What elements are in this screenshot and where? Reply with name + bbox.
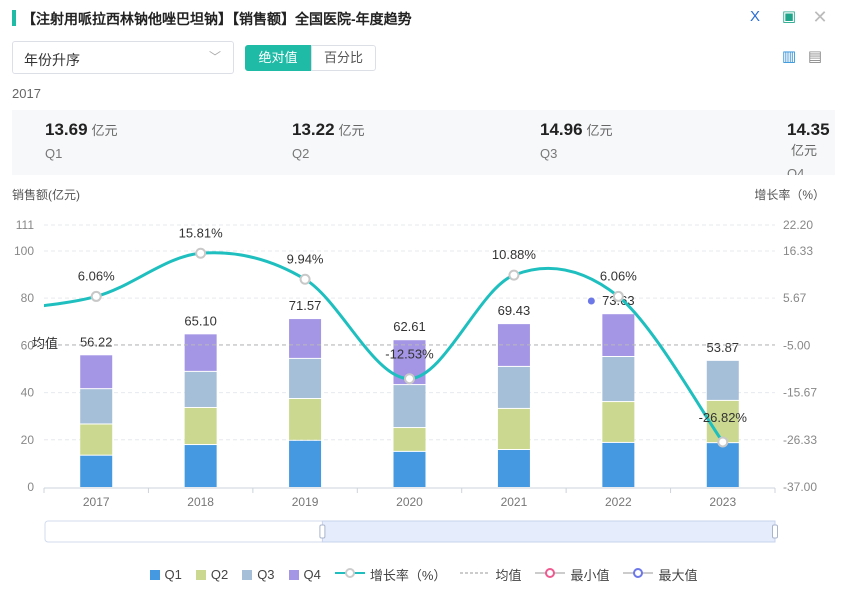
growth-label: 6.06% [78, 268, 115, 283]
bar-q1 [289, 440, 322, 487]
bar-total-label: 65.10 [184, 313, 217, 328]
legend-label: 最小值 [570, 568, 610, 583]
bar-total-label: 53.87 [707, 340, 740, 355]
legend-label: Q4 [303, 567, 321, 582]
y-tick-label: 111 [16, 218, 35, 232]
legend-marker-icon [623, 567, 654, 582]
x-tick-label: 2022 [605, 495, 632, 509]
bar-q2 [602, 402, 635, 442]
bar-q4 [80, 355, 113, 389]
growth-point [717, 436, 729, 448]
legend-item[interactable]: 最小值 [535, 565, 609, 584]
zoom-slider-handle[interactable] [772, 524, 778, 539]
bar-q3 [184, 371, 217, 407]
legend-swatch [149, 569, 160, 580]
legend-label: 增长率（%） [369, 568, 447, 583]
legend-label: Q3 [257, 567, 275, 582]
bar-q3 [289, 358, 322, 399]
legend-label: 最大值 [658, 568, 698, 583]
bar-q2 [184, 407, 217, 445]
y2-tick-label: 16.33 [783, 244, 813, 258]
bar-q1 [184, 445, 217, 487]
x-tick-label: 2018 [187, 495, 214, 509]
x-tick-label: 2023 [709, 495, 736, 509]
bar-q3 [602, 357, 635, 402]
y-tick-label: 80 [21, 291, 35, 305]
bar-q1 [393, 451, 426, 487]
legend-label: Q1 [164, 567, 182, 582]
average-label: 均值 [32, 336, 58, 351]
legend-item[interactable]: Q1 [149, 565, 182, 584]
legend-dash-icon [460, 567, 491, 582]
y2-tick-label: -15.67 [783, 386, 817, 400]
legend-item[interactable]: 均值 [460, 565, 521, 584]
bar-total-label: 56.22 [80, 334, 113, 349]
legend-item[interactable]: Q2 [195, 565, 229, 584]
y2-tick-label: 22.20 [783, 218, 813, 232]
zoom-slider-handle[interactable] [319, 524, 326, 539]
legend-marker-icon [535, 567, 566, 582]
legend-line-icon [334, 567, 365, 582]
y2-tick-label: 5.67 [783, 291, 807, 305]
bar-q1 [706, 443, 739, 487]
bar-q3 [80, 389, 113, 424]
bar-q2 [80, 424, 113, 455]
legend: Q1 Q2 Q3 Q4 增长率（%） 均值 最小值 最大值 [0, 565, 847, 584]
legend-item[interactable]: 增长率（%） [334, 565, 447, 584]
legend-item[interactable]: Q3 [242, 565, 275, 584]
bar-q1 [80, 455, 113, 487]
bar-q4 [602, 314, 635, 356]
growth-label: 9.94% [287, 251, 324, 266]
y-tick-label: 0 [27, 480, 34, 494]
bar-q2 [497, 408, 530, 449]
y2-tick-label: -26.33 [783, 433, 817, 447]
bar-q1 [497, 449, 530, 487]
bar-q2 [289, 399, 322, 440]
growth-label: 6.06% [600, 268, 637, 283]
growth-point [612, 290, 624, 302]
y-tick-label: 20 [21, 433, 35, 447]
chart-canvas: 0 -37.0020 -26.3340 -15.6760 -5.0080 5.67100 1… [14, 218, 817, 543]
bar-total-label: 69.43 [498, 303, 531, 318]
legend-label: Q2 [210, 567, 229, 582]
bar-q4 [289, 319, 322, 358]
growth-point [508, 269, 520, 281]
zoom-slider-selection [321, 520, 776, 543]
bar-q3 [497, 366, 530, 408]
legend-item[interactable]: Q4 [288, 565, 321, 584]
bar-q1 [602, 442, 635, 487]
y2-tick-label: -37.00 [783, 480, 817, 494]
growth-label: 10.88% [492, 247, 537, 262]
bar-q4 [184, 334, 217, 371]
y2-tick-label: -5.00 [783, 338, 811, 352]
growth-label: -26.82% [699, 410, 748, 425]
growth-point [404, 373, 415, 385]
growth-label: -12.53% [385, 347, 434, 362]
bar-total-label: 62.61 [393, 319, 426, 334]
growth-point [299, 273, 311, 285]
legend-swatch [288, 569, 299, 580]
bar-q2 [393, 428, 426, 451]
legend-label: 均值 [495, 568, 522, 583]
legend-item[interactable]: 最大值 [623, 565, 697, 584]
bar-q3 [393, 385, 426, 428]
bar-q3 [706, 360, 739, 400]
max-value-marker [587, 297, 595, 305]
legend-swatch [242, 569, 253, 580]
x-tick-label: 2020 [396, 495, 423, 509]
growth-label: 15.81% [179, 225, 224, 240]
growth-point [195, 247, 207, 259]
y-tick-label: 100 [14, 244, 34, 258]
x-tick-label: 2019 [292, 495, 319, 509]
x-tick-label: 2017 [83, 495, 110, 509]
y-tick-label: 40 [21, 386, 35, 400]
x-tick-label: 2021 [501, 495, 528, 509]
legend-swatch [195, 569, 206, 580]
growth-point [90, 290, 102, 302]
bar-total-label: 71.57 [289, 298, 322, 313]
